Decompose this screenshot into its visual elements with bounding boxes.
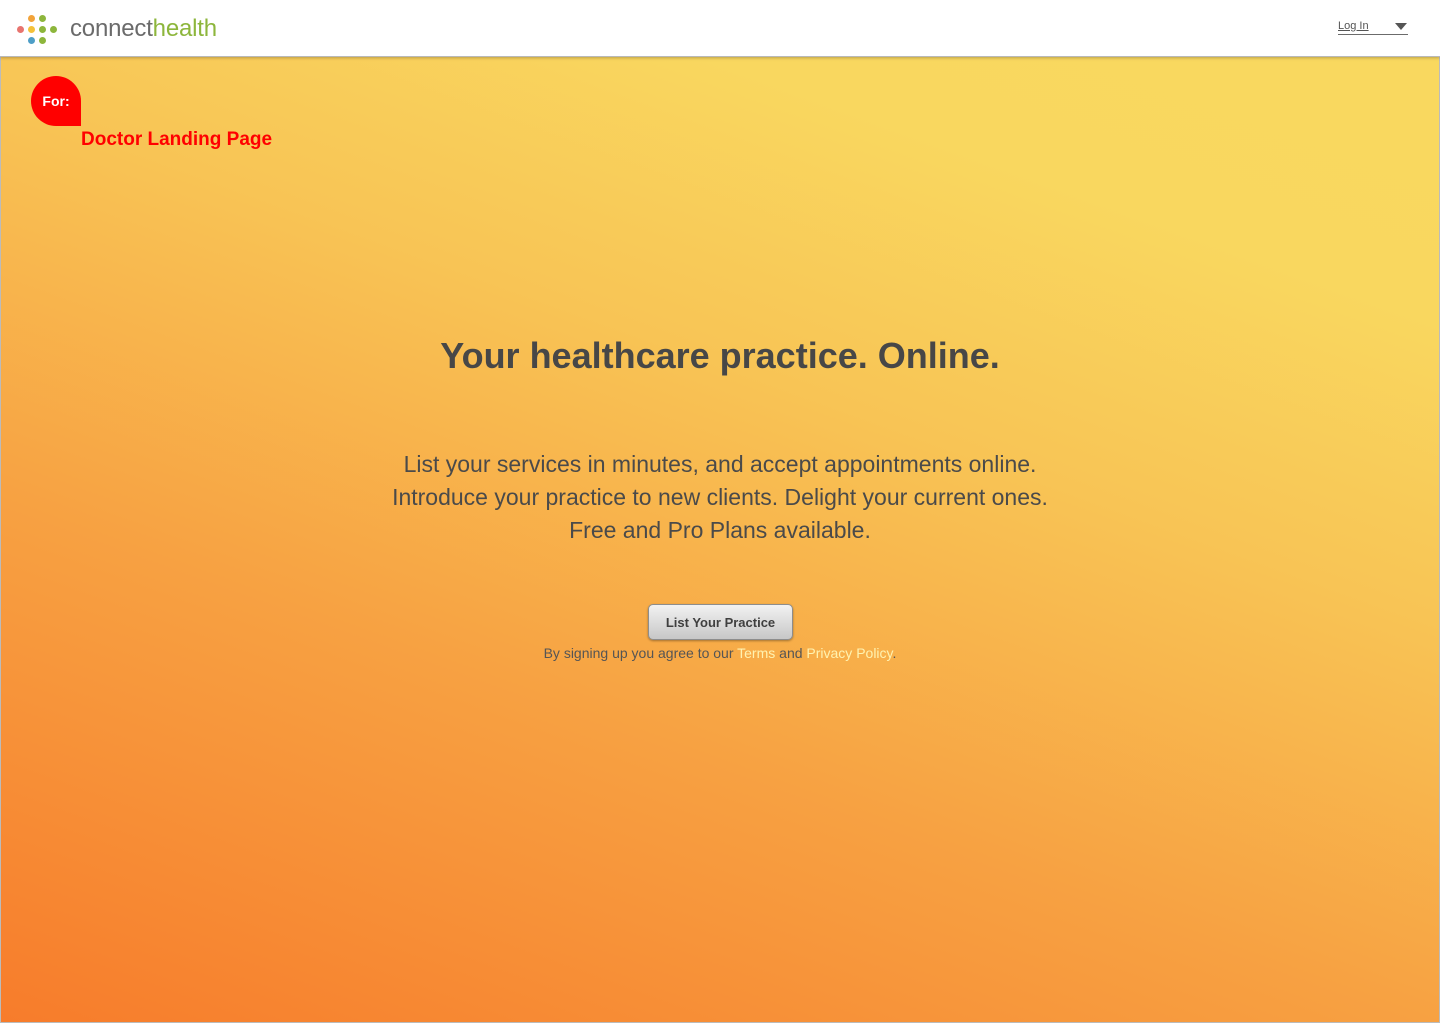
legal-prefix: By signing up you agree to our	[543, 645, 734, 661]
login-menu[interactable]: Log In	[1338, 18, 1408, 35]
intro-line: List your services in minutes, and accep…	[403, 451, 1037, 477]
legal-notice: By signing up you agree to our Terms and…	[1, 645, 1439, 661]
brand-wordmark-health: health	[152, 15, 217, 42]
brand-wordmark-connect: connect	[70, 15, 153, 42]
top-nav: connecthealth Log In	[0, 0, 1440, 57]
brand-wordmark: connecthealth	[70, 17, 217, 41]
legal-and: and	[779, 645, 803, 661]
caret-down-icon[interactable]	[1395, 22, 1407, 30]
brand-logo[interactable]: connecthealth	[16, 12, 217, 46]
login-link[interactable]: Log In	[1338, 20, 1369, 32]
terms-link[interactable]: Terms	[737, 645, 775, 661]
hero-headline: Your healthcare practice. Online.	[440, 335, 1000, 376]
privacy-policy-link[interactable]: Privacy Policy	[806, 645, 892, 661]
dot-grid-logo-icon	[16, 12, 62, 46]
hero-intro: List your services in minutes, and accep…	[1, 448, 1439, 547]
intro-line: Free and Pro Plans available.	[569, 517, 871, 543]
page-label: Doctor Landing Page	[81, 129, 273, 150]
intro-line: Introduce your practice to new clients. …	[392, 484, 1048, 510]
for-tag-badge: For:	[31, 76, 81, 126]
list-your-practice-button[interactable]: List Your Practice	[648, 604, 793, 640]
hero-section: For: Doctor Landing Page Your healthcare…	[0, 57, 1440, 1023]
legal-suffix: .	[892, 645, 897, 661]
